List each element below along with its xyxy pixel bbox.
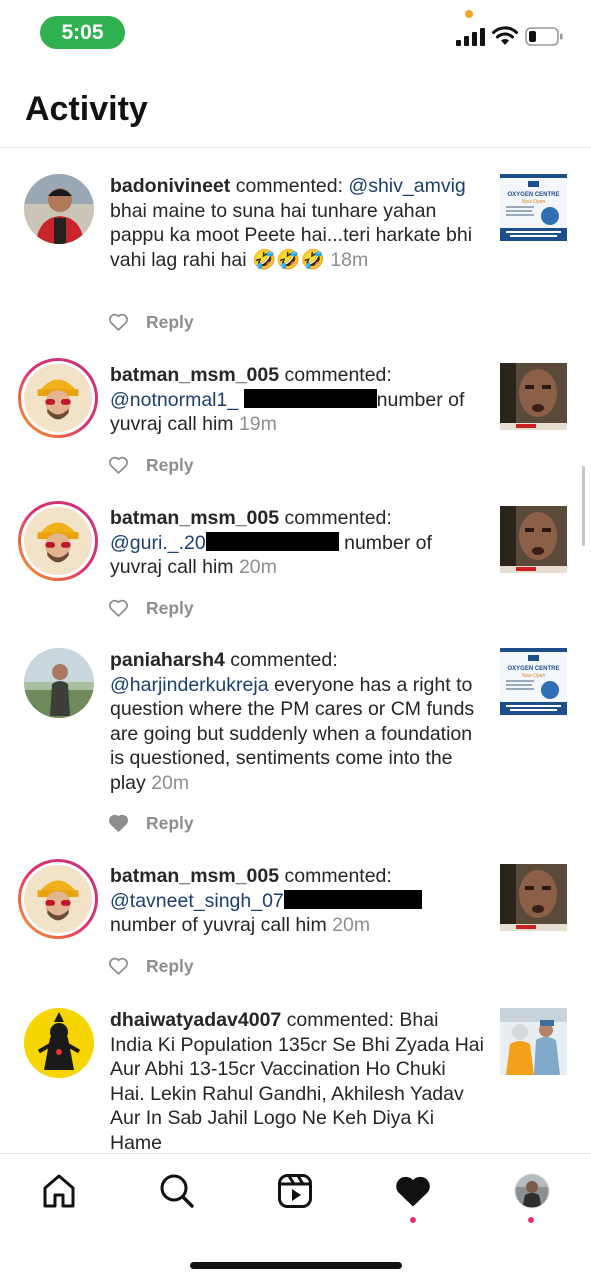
wifi-icon — [492, 26, 518, 45]
like-heart-icon[interactable] — [108, 598, 129, 618]
avatar-story-ring[interactable] — [18, 501, 98, 581]
reply-button[interactable]: Reply — [146, 455, 194, 476]
comment-text: badonivineet commented: @shiv_amvig bhai… — [110, 175, 473, 271]
comment-text: batman_msm_005 commented: @guri._.20 num… — [110, 507, 432, 578]
timestamp: 20m — [238, 556, 277, 578]
timestamp: 19m — [238, 413, 277, 435]
redaction-bar — [243, 388, 377, 408]
avatar-story-ring[interactable] — [18, 859, 98, 939]
username[interactable]: paniaharsh4 — [110, 649, 225, 671]
post-thumbnail[interactable] — [500, 363, 567, 430]
comment-text: dhaiwatyadav4007 commented: Bhai India K… — [110, 1009, 484, 1153]
bottom-tab-bar — [0, 1153, 591, 1280]
mention-link[interactable]: @notnormal1_ — [110, 389, 238, 411]
username[interactable]: dhaiwatyadav4007 — [110, 1009, 281, 1031]
comment-text: batman_msm_005 commented: @tavneet_singh… — [110, 864, 485, 938]
reels-icon[interactable] — [275, 1171, 315, 1211]
post-thumbnail[interactable]: OXYGEN CENTRE Now Open — [500, 648, 567, 715]
mention-link[interactable]: @harjinderkukreja — [110, 674, 269, 696]
profile-avatar[interactable] — [512, 1171, 552, 1211]
username[interactable]: batman_msm_005 — [110, 507, 279, 529]
username[interactable]: batman_msm_005 — [110, 865, 279, 887]
activity-heart-icon[interactable] — [393, 1171, 433, 1211]
timestamp: 18m — [330, 248, 369, 271]
avatar-story-ring[interactable] — [18, 358, 98, 438]
battery-icon — [525, 27, 563, 46]
like-heart-icon[interactable] — [108, 455, 129, 475]
scrollbar[interactable] — [582, 466, 585, 546]
liked-heart-icon[interactable] — [108, 813, 129, 833]
search-icon[interactable] — [157, 1171, 197, 1211]
avatar[interactable] — [24, 1008, 94, 1078]
status-time: 5:05 — [40, 16, 125, 49]
home-icon[interactable] — [39, 1171, 79, 1211]
comment-actions: Reply — [108, 310, 194, 334]
profile-notification-dot — [528, 1217, 534, 1223]
avatar[interactable] — [24, 174, 94, 244]
activity-feed[interactable]: badonivineet commented: @shiv_amvig bhai… — [0, 148, 591, 1153]
status-bar: 5:05 — [0, 0, 591, 70]
comment-text: batman_msm_005 commented: @notnormal1_ n… — [110, 364, 465, 435]
like-heart-icon[interactable] — [108, 956, 129, 976]
comment-actions: Reply — [108, 453, 194, 477]
like-heart-icon[interactable] — [108, 312, 129, 332]
post-thumbnail[interactable]: OXYGEN CENTRE Now Open — [500, 174, 567, 241]
timestamp: 20m — [151, 771, 190, 794]
reply-button[interactable]: Reply — [146, 813, 194, 834]
avatar[interactable] — [24, 648, 94, 718]
post-thumbnail[interactable] — [500, 1008, 567, 1075]
signal-icon — [456, 28, 485, 46]
comment-actions: Reply — [108, 596, 194, 620]
comment-actions: Reply — [108, 811, 194, 835]
reply-button[interactable]: Reply — [146, 956, 194, 977]
redaction-bar — [205, 531, 339, 551]
mention-link[interactable]: @shiv_amvig — [348, 175, 465, 197]
mention-link[interactable]: @guri._.20 — [110, 532, 206, 554]
svg-text:OXYGEN CENTRE: OXYGEN CENTRE — [507, 192, 559, 198]
home-indicator[interactable] — [190, 1262, 402, 1269]
redaction-bar — [283, 889, 422, 909]
svg-text:Now Open: Now Open — [522, 199, 546, 205]
comment-actions: Reply — [108, 954, 194, 978]
activity-header: Activity — [0, 70, 591, 148]
privacy-indicator-dot — [465, 10, 473, 18]
username[interactable]: badonivineet — [110, 175, 230, 197]
activity-notification-dot — [410, 1217, 416, 1223]
timestamp: 20m — [332, 914, 371, 936]
post-thumbnail[interactable] — [500, 506, 567, 573]
comment-text: paniaharsh4 commented: @harjinderkukreja… — [110, 649, 475, 794]
svg-text:OXYGEN CENTRE: OXYGEN CENTRE — [507, 666, 559, 672]
reply-button[interactable]: Reply — [146, 598, 194, 619]
page-title: Activity — [25, 90, 148, 128]
mention-link[interactable]: @tavneet_singh_07 — [110, 890, 284, 912]
svg-text:Now Open: Now Open — [522, 673, 546, 679]
username[interactable]: batman_msm_005 — [110, 364, 279, 386]
reply-button[interactable]: Reply — [146, 312, 194, 333]
post-thumbnail[interactable] — [500, 864, 567, 931]
